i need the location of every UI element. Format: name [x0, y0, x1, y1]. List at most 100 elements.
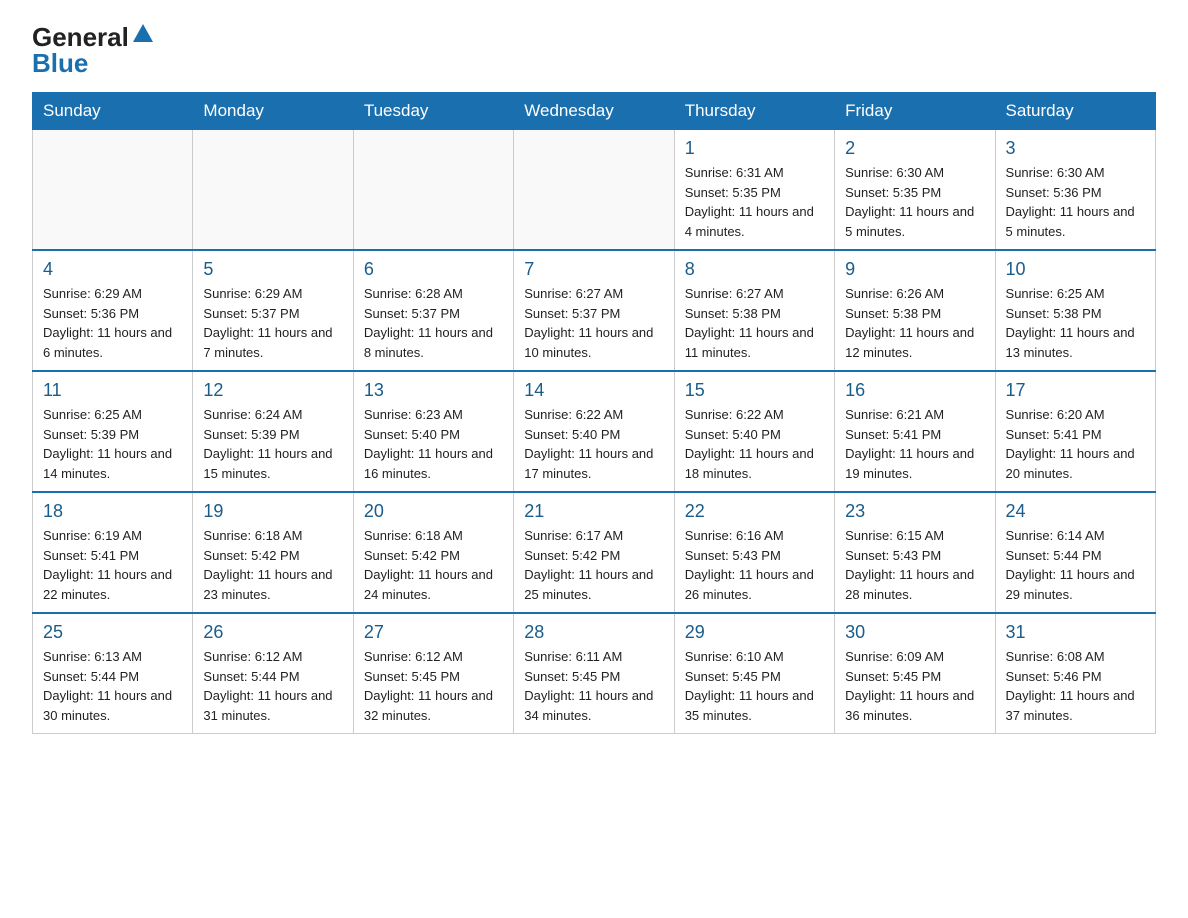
- day-number: 27: [364, 622, 503, 643]
- calendar-cell: 5Sunrise: 6:29 AMSunset: 5:37 PMDaylight…: [193, 250, 353, 371]
- day-number: 12: [203, 380, 342, 401]
- page-header: General Blue: [32, 24, 1156, 76]
- calendar-header-friday: Friday: [835, 93, 995, 130]
- day-info: Sunrise: 6:26 AMSunset: 5:38 PMDaylight:…: [845, 284, 984, 362]
- day-info: Sunrise: 6:25 AMSunset: 5:38 PMDaylight:…: [1006, 284, 1145, 362]
- calendar-cell: 26 Sunrise: 6:12 AMSunset: 5:44 PMDayligh…: [193, 613, 353, 734]
- calendar-week-row-4: 18 Sunrise: 6:19 AMSunset: 5:41 PMDayligh…: [33, 492, 1156, 613]
- calendar-cell: 6 Sunrise: 6:28 AMSunset: 5:37 PMDaylight…: [353, 250, 513, 371]
- calendar-header-saturday: Saturday: [995, 93, 1155, 130]
- calendar-cell: 4 Sunrise: 6:29 AMSunset: 5:36 PMDaylight…: [33, 250, 193, 371]
- calendar-header-thursday: Thursday: [674, 93, 834, 130]
- day-number: 25: [43, 622, 182, 643]
- day-number: 4: [43, 259, 182, 280]
- day-number: 22: [685, 501, 824, 522]
- calendar-header-wednesday: Wednesday: [514, 93, 674, 130]
- calendar-week-row-1: 1 Sunrise: 6:31 AMSunset: 5:35 PMDaylight…: [33, 130, 1156, 251]
- day-info: Sunrise: 6:08 AMSunset: 5:46 PMDaylight:…: [1006, 647, 1145, 725]
- day-number: 6: [364, 259, 503, 280]
- day-info: Sunrise: 6:30 AMSunset: 5:35 PMDaylight:…: [845, 163, 984, 241]
- calendar-cell: 18 Sunrise: 6:19 AMSunset: 5:41 PMDayligh…: [33, 492, 193, 613]
- calendar-cell: 14Sunrise: 6:22 AMSunset: 5:40 PMDayligh…: [514, 371, 674, 492]
- calendar-cell: 7Sunrise: 6:27 AMSunset: 5:37 PMDaylight…: [514, 250, 674, 371]
- calendar-cell: [193, 130, 353, 251]
- day-number: 11: [43, 380, 182, 401]
- calendar-cell: 29 Sunrise: 6:10 AMSunset: 5:45 PMDayligh…: [674, 613, 834, 734]
- logo-blue: Blue: [32, 50, 88, 76]
- calendar-cell: 2 Sunrise: 6:30 AMSunset: 5:35 PMDaylight…: [835, 130, 995, 251]
- calendar-cell: 30 Sunrise: 6:09 AMSunset: 5:45 PMDayligh…: [835, 613, 995, 734]
- day-number: 18: [43, 501, 182, 522]
- calendar-cell: 31 Sunrise: 6:08 AMSunset: 5:46 PMDayligh…: [995, 613, 1155, 734]
- day-number: 30: [845, 622, 984, 643]
- day-number: 2: [845, 138, 984, 159]
- day-number: 17: [1006, 380, 1145, 401]
- day-info: Sunrise: 6:10 AMSunset: 5:45 PMDaylight:…: [685, 647, 824, 725]
- calendar-cell: 15 Sunrise: 6:22 AMSunset: 5:40 PMDayligh…: [674, 371, 834, 492]
- calendar-cell: 23 Sunrise: 6:15 AMSunset: 5:43 PMDayligh…: [835, 492, 995, 613]
- day-info: Sunrise: 6:18 AMSunset: 5:42 PMDaylight:…: [364, 526, 503, 604]
- day-info: Sunrise: 6:18 AMSunset: 5:42 PMDaylight:…: [203, 526, 342, 604]
- calendar-header-tuesday: Tuesday: [353, 93, 513, 130]
- day-info: Sunrise: 6:21 AMSunset: 5:41 PMDaylight:…: [845, 405, 984, 483]
- logo-general: General: [32, 24, 129, 50]
- calendar-cell: [33, 130, 193, 251]
- day-info: Sunrise: 6:27 AMSunset: 5:38 PMDaylight:…: [685, 284, 824, 362]
- calendar-cell: 3 Sunrise: 6:30 AMSunset: 5:36 PMDaylight…: [995, 130, 1155, 251]
- day-number: 14: [524, 380, 663, 401]
- day-number: 29: [685, 622, 824, 643]
- day-info: Sunrise: 6:11 AMSunset: 5:45 PMDaylight:…: [524, 647, 663, 725]
- day-info: Sunrise: 6:14 AMSunset: 5:44 PMDaylight:…: [1006, 526, 1145, 604]
- calendar-header-sunday: Sunday: [33, 93, 193, 130]
- day-info: Sunrise: 6:25 AMSunset: 5:39 PMDaylight:…: [43, 405, 182, 483]
- day-info: Sunrise: 6:16 AMSunset: 5:43 PMDaylight:…: [685, 526, 824, 604]
- day-info: Sunrise: 6:12 AMSunset: 5:44 PMDaylight:…: [203, 647, 342, 725]
- day-number: 23: [845, 501, 984, 522]
- calendar-cell: 11 Sunrise: 6:25 AMSunset: 5:39 PMDayligh…: [33, 371, 193, 492]
- calendar-cell: 9 Sunrise: 6:26 AMSunset: 5:38 PMDaylight…: [835, 250, 995, 371]
- day-info: Sunrise: 6:23 AMSunset: 5:40 PMDaylight:…: [364, 405, 503, 483]
- calendar-cell: [514, 130, 674, 251]
- day-info: Sunrise: 6:29 AMSunset: 5:36 PMDaylight:…: [43, 284, 182, 362]
- day-number: 1: [685, 138, 824, 159]
- calendar-cell: 12 Sunrise: 6:24 AMSunset: 5:39 PMDayligh…: [193, 371, 353, 492]
- calendar-week-row-5: 25 Sunrise: 6:13 AMSunset: 5:44 PMDayligh…: [33, 613, 1156, 734]
- calendar-cell: 10 Sunrise: 6:25 AMSunset: 5:38 PMDayligh…: [995, 250, 1155, 371]
- day-number: 24: [1006, 501, 1145, 522]
- day-info: Sunrise: 6:19 AMSunset: 5:41 PMDaylight:…: [43, 526, 182, 604]
- calendar-cell: 27Sunrise: 6:12 AMSunset: 5:45 PMDayligh…: [353, 613, 513, 734]
- day-number: 19: [203, 501, 342, 522]
- calendar-cell: 20Sunrise: 6:18 AMSunset: 5:42 PMDayligh…: [353, 492, 513, 613]
- day-number: 15: [685, 380, 824, 401]
- day-info: Sunrise: 6:28 AMSunset: 5:37 PMDaylight:…: [364, 284, 503, 362]
- day-info: Sunrise: 6:15 AMSunset: 5:43 PMDaylight:…: [845, 526, 984, 604]
- calendar-cell: 1 Sunrise: 6:31 AMSunset: 5:35 PMDaylight…: [674, 130, 834, 251]
- day-info: Sunrise: 6:09 AMSunset: 5:45 PMDaylight:…: [845, 647, 984, 725]
- calendar-table: SundayMondayTuesdayWednesdayThursdayFrid…: [32, 92, 1156, 734]
- day-number: 31: [1006, 622, 1145, 643]
- calendar-header-row: SundayMondayTuesdayWednesdayThursdayFrid…: [33, 93, 1156, 130]
- day-number: 13: [364, 380, 503, 401]
- day-info: Sunrise: 6:22 AMSunset: 5:40 PMDaylight:…: [685, 405, 824, 483]
- day-info: Sunrise: 6:29 AMSunset: 5:37 PMDaylight:…: [203, 284, 342, 362]
- day-number: 16: [845, 380, 984, 401]
- calendar-week-row-2: 4 Sunrise: 6:29 AMSunset: 5:36 PMDaylight…: [33, 250, 1156, 371]
- day-number: 7: [524, 259, 663, 280]
- day-number: 26: [203, 622, 342, 643]
- day-number: 9: [845, 259, 984, 280]
- day-info: Sunrise: 6:31 AMSunset: 5:35 PMDaylight:…: [685, 163, 824, 241]
- day-info: Sunrise: 6:20 AMSunset: 5:41 PMDaylight:…: [1006, 405, 1145, 483]
- day-number: 3: [1006, 138, 1145, 159]
- calendar-cell: 21Sunrise: 6:17 AMSunset: 5:42 PMDayligh…: [514, 492, 674, 613]
- calendar-cell: 28Sunrise: 6:11 AMSunset: 5:45 PMDayligh…: [514, 613, 674, 734]
- calendar-week-row-3: 11 Sunrise: 6:25 AMSunset: 5:39 PMDayligh…: [33, 371, 1156, 492]
- logo: General Blue: [32, 24, 153, 76]
- calendar-cell: 17 Sunrise: 6:20 AMSunset: 5:41 PMDayligh…: [995, 371, 1155, 492]
- day-info: Sunrise: 6:13 AMSunset: 5:44 PMDaylight:…: [43, 647, 182, 725]
- calendar-cell: 16 Sunrise: 6:21 AMSunset: 5:41 PMDayligh…: [835, 371, 995, 492]
- day-info: Sunrise: 6:24 AMSunset: 5:39 PMDaylight:…: [203, 405, 342, 483]
- calendar-header-monday: Monday: [193, 93, 353, 130]
- day-info: Sunrise: 6:30 AMSunset: 5:36 PMDaylight:…: [1006, 163, 1145, 241]
- day-number: 10: [1006, 259, 1145, 280]
- calendar-cell: 19 Sunrise: 6:18 AMSunset: 5:42 PMDayligh…: [193, 492, 353, 613]
